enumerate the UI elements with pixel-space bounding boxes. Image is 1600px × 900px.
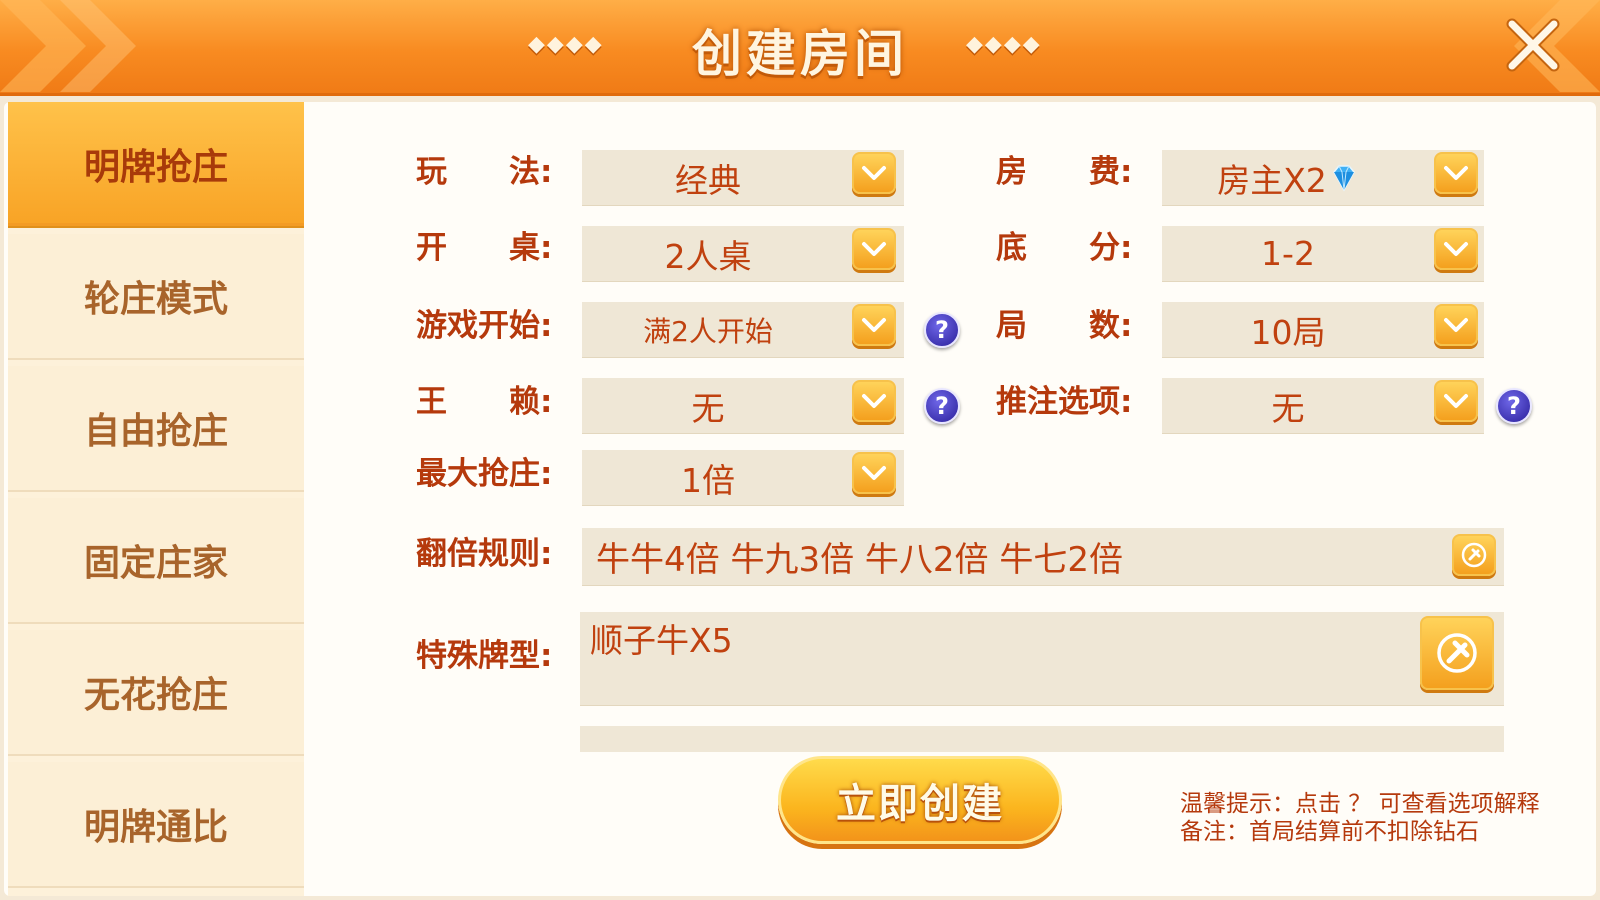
wild-value: 无	[691, 388, 725, 428]
game-start-help-icon[interactable]: ?	[924, 312, 960, 348]
special-hand-field[interactable]: 顺子牛X5	[580, 612, 1504, 706]
create-now-button[interactable]: 立即创建	[778, 756, 1062, 844]
tab-label: 无花抢庄	[83, 675, 228, 716]
title-bar: ◆◆◆◆ 创建房间 ◆◆◆◆	[0, 0, 1600, 96]
base-score-dropdown-icon[interactable]	[1434, 228, 1478, 270]
table-label: 开 桌:	[416, 230, 553, 266]
double-rule-label: 翻倍规则:	[416, 536, 553, 572]
push-bet-dropdown-icon[interactable]	[1434, 380, 1478, 422]
push-bet-help-icon[interactable]: ?	[1496, 388, 1532, 424]
room-fee-value: 房主X2	[1217, 160, 1327, 200]
tab-lunzhuang-mode[interactable]: 轮庄模式	[8, 234, 304, 360]
game-start-dropdown-icon[interactable]	[852, 304, 896, 346]
rounds-dropdown-icon[interactable]	[1434, 304, 1478, 346]
sidebar: 明牌抢庄 轮庄模式 自由抢庄 固定庄家 无花抢庄 明牌通比	[8, 102, 304, 896]
create-button-label: 立即创建	[836, 781, 1004, 827]
tab-guding-zhuangjia[interactable]: 固定庄家	[8, 498, 304, 624]
title-decoration-right: ◆◆◆◆	[966, 32, 1042, 57]
special-hand-label: 特殊牌型:	[416, 638, 553, 674]
base-score-value: 1-2	[1261, 234, 1315, 273]
rounds-value: 10局	[1250, 312, 1326, 352]
push-bet-label: 推注选项:	[996, 384, 1133, 420]
max-grab-dropdown-icon[interactable]	[852, 452, 896, 494]
special-hand-pin-icon[interactable]	[1420, 616, 1494, 690]
double-rule-field[interactable]: 牛牛4倍 牛九3倍 牛八2倍 牛七2倍	[582, 528, 1504, 586]
table-dropdown-icon[interactable]	[852, 228, 896, 270]
partial-row-field	[580, 726, 1504, 752]
max-grab-label: 最大抢庄:	[416, 456, 553, 492]
tab-label: 自由抢庄	[83, 411, 228, 452]
table-value: 2人桌	[664, 236, 752, 276]
room-fee-label: 房 费:	[996, 154, 1133, 190]
tab-ziyou-qiangzhuang[interactable]: 自由抢庄	[8, 366, 304, 492]
tab-wuhua-qiangzhuang[interactable]: 无花抢庄	[8, 630, 304, 756]
tab-mingpai-tongbi[interactable]: 明牌通比	[8, 762, 304, 888]
game-start-label: 游戏开始:	[416, 308, 553, 344]
wild-help-icon[interactable]: ?	[924, 388, 960, 424]
room-fee-dropdown-icon[interactable]	[1434, 152, 1478, 194]
max-grab-value: 1倍	[681, 460, 735, 500]
game-start-value: 满2人开始	[643, 314, 773, 348]
tab-label: 固定庄家	[83, 543, 228, 584]
wild-label: 王 赖:	[416, 384, 553, 420]
play-mode-dropdown-icon[interactable]	[852, 152, 896, 194]
double-rule-pin-icon[interactable]	[1452, 534, 1496, 576]
diamond-icon	[1332, 164, 1355, 192]
tab-label: 明牌抢庄	[83, 147, 228, 188]
tab-mingpai-qiangzhuang[interactable]: 明牌抢庄	[8, 102, 304, 228]
note-text: 备注：首局结算前不扣除钻石	[1180, 819, 1479, 845]
special-hand-value: 顺子牛X5	[590, 621, 733, 660]
wild-dropdown-icon[interactable]	[852, 380, 896, 422]
base-score-label: 底 分:	[996, 230, 1133, 266]
tab-label: 明牌通比	[83, 807, 228, 848]
play-mode-value: 经典	[675, 160, 741, 200]
double-rule-value: 牛牛4倍 牛九3倍 牛八2倍 牛七2倍	[596, 540, 1123, 580]
close-icon[interactable]	[1500, 12, 1566, 78]
push-bet-value: 无	[1271, 388, 1305, 428]
play-mode-label: 玩 法:	[416, 154, 553, 190]
tab-label: 轮庄模式	[83, 279, 228, 320]
page-title: 创建房间	[692, 25, 908, 83]
rounds-label: 局 数:	[996, 308, 1133, 344]
